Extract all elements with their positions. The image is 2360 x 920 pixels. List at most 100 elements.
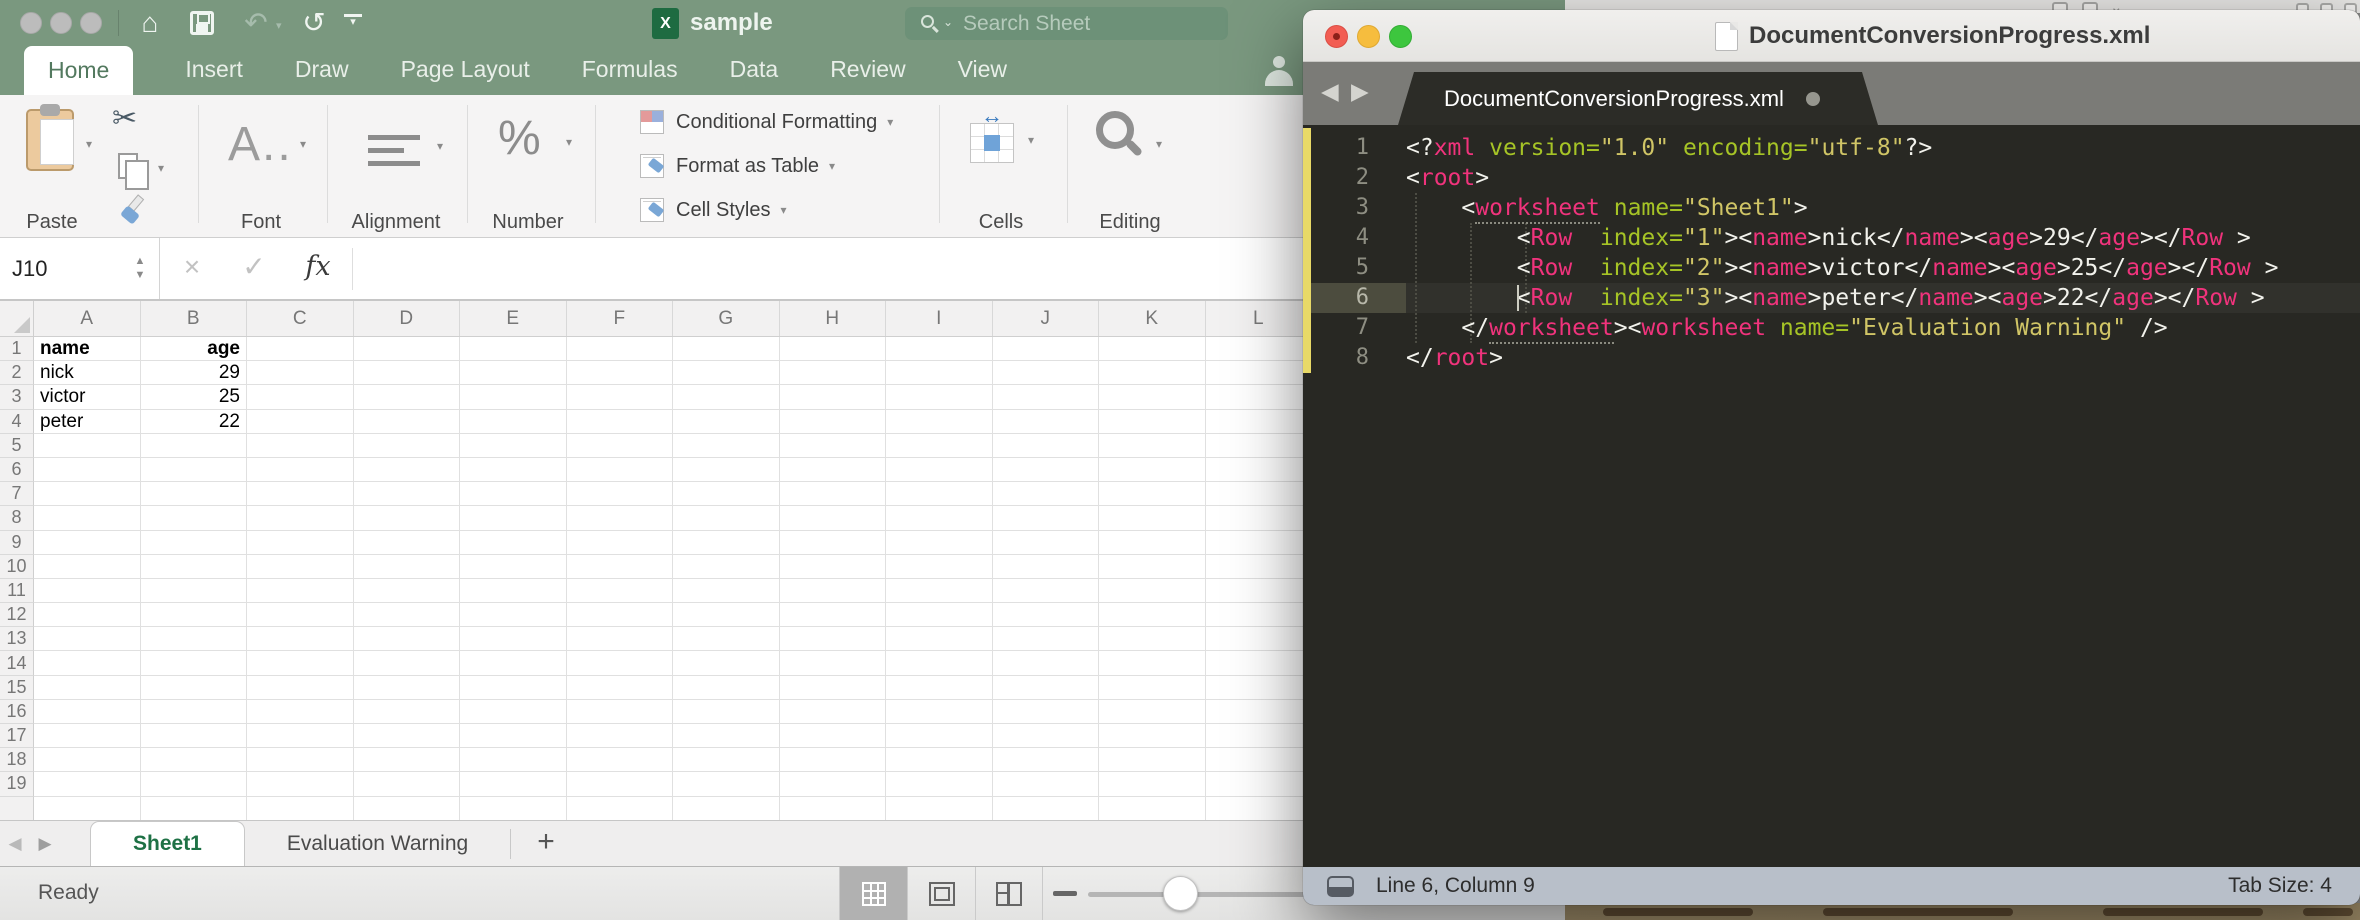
cell-B15[interactable] <box>141 676 248 700</box>
cell-J18[interactable] <box>993 748 1100 772</box>
cell-H7[interactable] <box>780 482 887 506</box>
cell-H13[interactable] <box>780 627 887 651</box>
cell-A5[interactable] <box>34 434 141 458</box>
cell-F6[interactable] <box>567 458 674 482</box>
cell-A6[interactable] <box>34 458 141 482</box>
number-format-icon[interactable]: % <box>498 111 541 166</box>
cell-B16[interactable] <box>141 700 248 724</box>
cell-I6[interactable] <box>886 458 993 482</box>
cell-K7[interactable] <box>1099 482 1206 506</box>
normal-view-button[interactable] <box>839 867 907 920</box>
cell-C15[interactable] <box>247 676 354 700</box>
copy-icon[interactable] <box>118 153 138 179</box>
search-input[interactable]: ⌄ Search Sheet <box>905 7 1228 40</box>
row-header-14[interactable]: 14 <box>0 651 34 675</box>
alignment-icon[interactable] <box>368 135 420 140</box>
cell-C11[interactable] <box>247 579 354 603</box>
cell-I16[interactable] <box>886 700 993 724</box>
cell-D17[interactable] <box>354 724 461 748</box>
save-icon[interactable] <box>190 11 214 35</box>
row-header-20[interactable] <box>0 797 34 820</box>
menu-tab-view[interactable]: View <box>958 46 1007 95</box>
cut-icon[interactable]: ✂ <box>112 101 137 136</box>
cell-E17[interactable] <box>460 724 567 748</box>
row-header-1[interactable]: 1 <box>0 337 34 361</box>
cell-I3[interactable] <box>886 385 993 409</box>
cell-B4[interactable]: 22 <box>141 410 248 434</box>
cell-G3[interactable] <box>673 385 780 409</box>
cell-B2[interactable]: 29 <box>141 361 248 385</box>
cell-G15[interactable] <box>673 676 780 700</box>
cell-G11[interactable] <box>673 579 780 603</box>
zoom-out-button[interactable] <box>1053 891 1077 896</box>
cell-C2[interactable] <box>247 361 354 385</box>
cell-H14[interactable] <box>780 651 887 675</box>
column-header-B[interactable]: B <box>141 301 248 336</box>
cell-C14[interactable] <box>247 651 354 675</box>
cell-F5[interactable] <box>567 434 674 458</box>
cell-D3[interactable] <box>354 385 461 409</box>
cell-G19[interactable] <box>673 772 780 796</box>
cell-J8[interactable] <box>993 506 1100 530</box>
cell-J2[interactable] <box>993 361 1100 385</box>
row-header-15[interactable]: 15 <box>0 676 34 700</box>
cell-G6[interactable] <box>673 458 780 482</box>
cell-B9[interactable] <box>141 531 248 555</box>
cell-E1[interactable] <box>460 337 567 361</box>
cell-A8[interactable] <box>34 506 141 530</box>
undo-icon[interactable]: ↶ <box>238 0 274 46</box>
cell-G17[interactable] <box>673 724 780 748</box>
code-line-5[interactable]: 5 <Row index="2"><name>victor</name><age… <box>1303 253 2360 283</box>
cell-E16[interactable] <box>460 700 567 724</box>
cell-C18[interactable] <box>247 748 354 772</box>
confirm-icon[interactable]: ✓ <box>234 238 274 299</box>
cell-I13[interactable] <box>886 627 993 651</box>
minimize-button[interactable] <box>1357 25 1380 48</box>
cell-L18[interactable] <box>1206 748 1313 772</box>
cell-C7[interactable] <box>247 482 354 506</box>
cell-C1[interactable] <box>247 337 354 361</box>
cell-H9[interactable] <box>780 531 887 555</box>
cell-K3[interactable] <box>1099 385 1206 409</box>
cell-F9[interactable] <box>567 531 674 555</box>
cells-dropdown-icon[interactable]: ▾ <box>1028 133 1034 147</box>
cell-B5[interactable] <box>141 434 248 458</box>
cell-A9[interactable] <box>34 531 141 555</box>
cell-E19[interactable] <box>460 772 567 796</box>
menu-tab-data[interactable]: Data <box>730 46 779 95</box>
cell-H18[interactable] <box>780 748 887 772</box>
row-header-11[interactable]: 11 <box>0 579 34 603</box>
cell-C6[interactable] <box>247 458 354 482</box>
cell-F8[interactable] <box>567 506 674 530</box>
cell-G7[interactable] <box>673 482 780 506</box>
cell-C8[interactable] <box>247 506 354 530</box>
cell-H17[interactable] <box>780 724 887 748</box>
cell-J12[interactable] <box>993 603 1100 627</box>
code-line-3[interactable]: 3 <worksheet name="Sheet1"> <box>1303 193 2360 223</box>
cell-H5[interactable] <box>780 434 887 458</box>
cell-C19[interactable] <box>247 772 354 796</box>
alignment-dropdown-icon[interactable]: ▾ <box>437 139 443 153</box>
cell-A15[interactable] <box>34 676 141 700</box>
cell-B18[interactable] <box>141 748 248 772</box>
column-header-H[interactable]: H <box>780 301 887 336</box>
cell-C5[interactable] <box>247 434 354 458</box>
cell-A11[interactable] <box>34 579 141 603</box>
cell-H20[interactable] <box>780 797 887 820</box>
menu-tab-home[interactable]: Home <box>24 46 133 95</box>
cell-B13[interactable] <box>141 627 248 651</box>
cell-L17[interactable] <box>1206 724 1313 748</box>
cell-G16[interactable] <box>673 700 780 724</box>
cell-E13[interactable] <box>460 627 567 651</box>
code-line-6[interactable]: 6 <Row index="3"><name>peter</name><age>… <box>1303 283 2360 313</box>
column-header-I[interactable]: I <box>886 301 993 336</box>
cell-H15[interactable] <box>780 676 887 700</box>
cell-L10[interactable] <box>1206 555 1313 579</box>
cell-H16[interactable] <box>780 700 887 724</box>
panel-toggle-icon[interactable] <box>1327 876 1354 897</box>
column-header-D[interactable]: D <box>354 301 461 336</box>
cell-D5[interactable] <box>354 434 461 458</box>
code-line-4[interactable]: 4 <Row index="1"><name>nick</name><age>2… <box>1303 223 2360 253</box>
cell-F15[interactable] <box>567 676 674 700</box>
cell-D10[interactable] <box>354 555 461 579</box>
